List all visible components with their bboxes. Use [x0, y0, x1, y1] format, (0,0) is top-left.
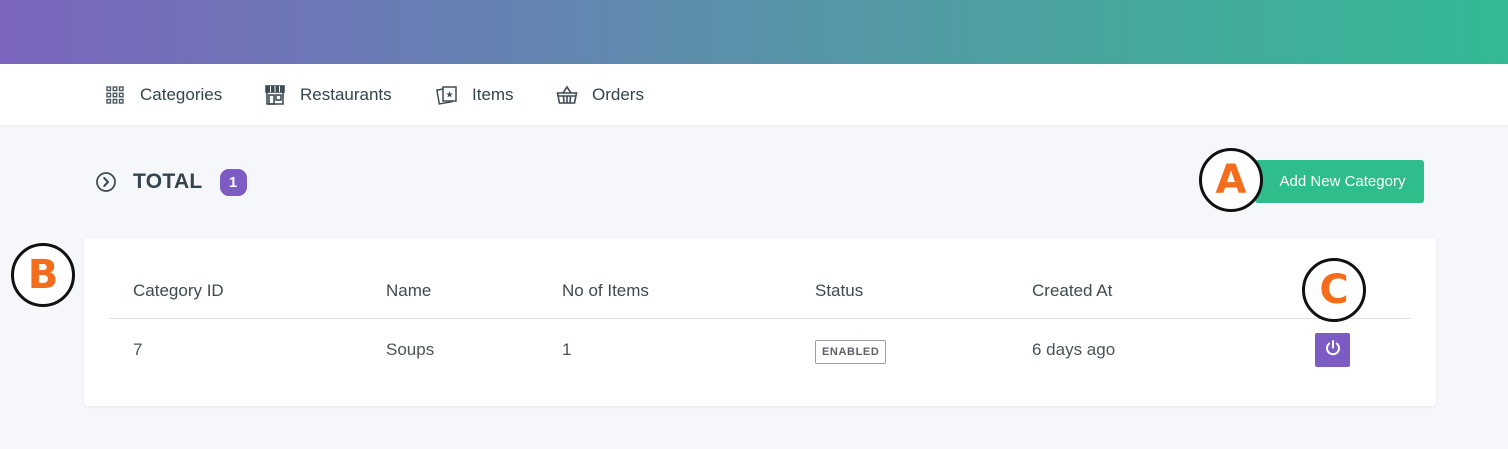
nav-item-restaurants[interactable]: Restaurants [264, 64, 392, 125]
total-title: TOTAL [133, 170, 203, 193]
total-count-badge: 1 [219, 168, 247, 196]
basket-icon [556, 84, 578, 106]
cell-name: Soups [386, 340, 435, 359]
chevron-right-circle-icon [95, 171, 117, 193]
annotation-marker-b: B [11, 243, 75, 307]
nav-item-label: Orders [592, 84, 644, 104]
status-badge: ENABLED [815, 340, 887, 364]
total-summary: TOTAL 1 [95, 165, 247, 199]
nav-item-label: Restaurants [300, 84, 392, 104]
nav-item-orders[interactable]: Orders [556, 64, 644, 125]
column-header-status: Status [815, 281, 864, 300]
nav-item-label: Items [472, 84, 514, 104]
column-header-name: Name [386, 281, 432, 300]
storefront-icon [264, 84, 286, 106]
cell-created-at: 6 days ago [1032, 340, 1116, 359]
svg-text:★: ★ [445, 90, 453, 100]
nav-item-label: Categories [140, 84, 223, 104]
annotation-marker-c: C [1302, 258, 1366, 322]
column-header-no-of-items: No of Items [562, 281, 649, 300]
top-gradient-bar [0, 0, 1508, 64]
power-icon [1324, 339, 1342, 362]
add-new-category-button[interactable]: Add New Category [1255, 160, 1424, 203]
nav-item-categories[interactable]: Categories [104, 64, 222, 125]
column-header-category-id: Category ID [133, 281, 224, 300]
toggle-status-button[interactable] [1315, 333, 1350, 367]
table-header-divider [109, 318, 1411, 319]
grid-icon [104, 84, 126, 106]
categories-table-card [84, 238, 1436, 406]
annotation-marker-a: A [1199, 148, 1263, 212]
main-nav: Categories Restaurants ★ Items Orders [0, 64, 1508, 125]
cell-category-id: 7 [133, 340, 143, 359]
column-header-created-at: Created At [1032, 281, 1113, 300]
cards-star-icon: ★ [436, 84, 458, 106]
nav-item-items[interactable]: ★ Items [436, 64, 514, 125]
cell-no-of-items: 1 [562, 340, 572, 359]
